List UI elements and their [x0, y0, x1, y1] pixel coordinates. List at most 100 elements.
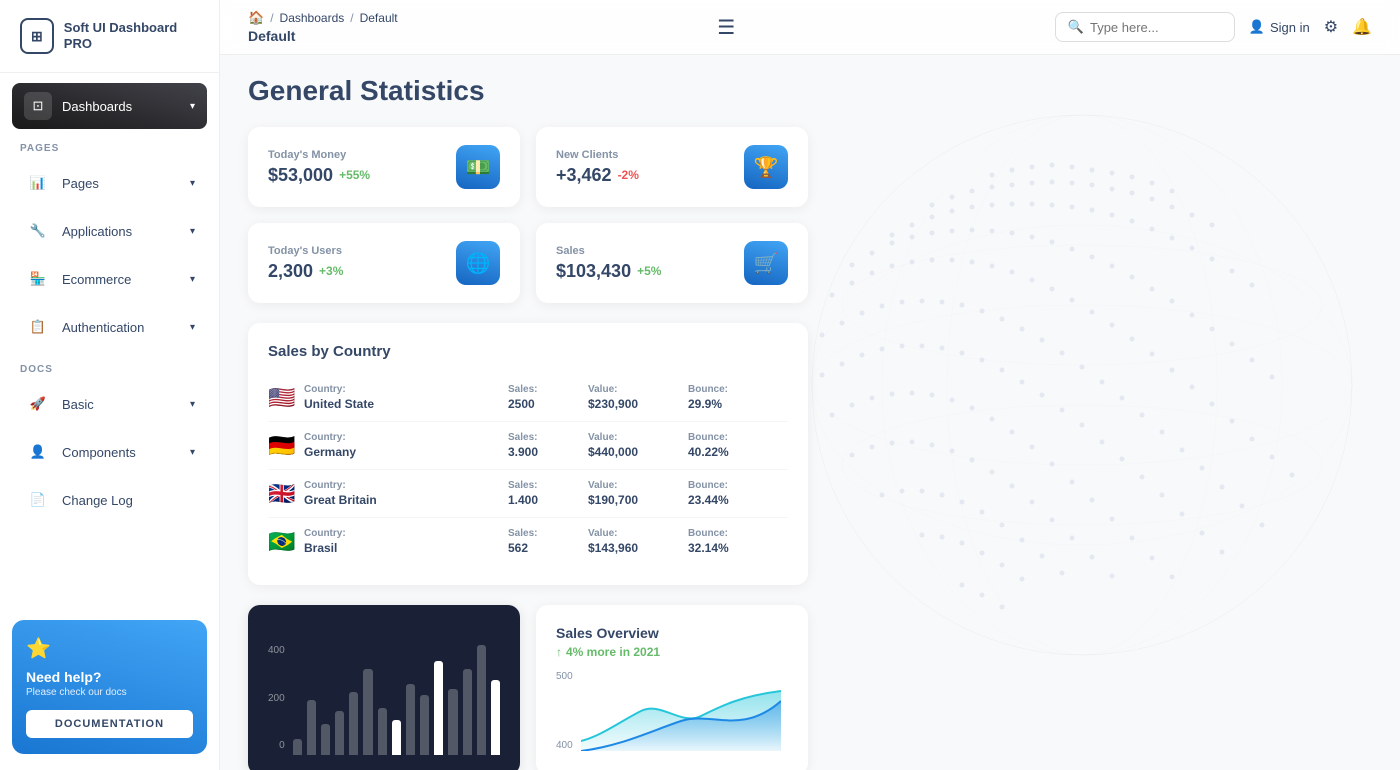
home-icon: 🏠 — [248, 10, 264, 26]
bar-12 — [463, 669, 472, 755]
sign-in-button[interactable]: 👤 Sign in — [1249, 19, 1310, 35]
flag-de: 🇩🇪 — [268, 433, 304, 459]
stat-card-users: Today's Users 2,300 +3% 🌐 — [248, 223, 520, 303]
sidebar-item-ecommerce[interactable]: 🏪 Ecommerce ▾ — [12, 256, 207, 302]
value-us: $230,900 — [588, 397, 688, 411]
stat-label-clients: New Clients — [556, 149, 639, 161]
bounce-gb: 23.44% — [688, 493, 788, 507]
stat-card-clients: New Clients +3,462 -2% 🏆 — [536, 127, 808, 207]
breadcrumb: 🏠 / Dashboards / Default — [248, 10, 398, 26]
stat-value-clients: +3,462 — [556, 165, 612, 186]
breadcrumb-dashboards: Dashboards — [280, 11, 345, 25]
content-area: /* dots rendered inline below */ — [220, 55, 1400, 770]
value-br: $143,960 — [588, 541, 688, 555]
header: 🏠 / Dashboards / Default Default ☰ 🔍 👤 S… — [220, 0, 1400, 55]
sign-in-label: Sign in — [1270, 20, 1310, 35]
logo-text: Soft UI Dashboard PRO — [64, 20, 199, 51]
chevron-down-icon: ▾ — [190, 322, 195, 333]
value-gb: $190,700 — [588, 493, 688, 507]
sidebar-item-pages[interactable]: 📊 Pages ▾ — [12, 160, 207, 206]
sales-icon: 🛒 — [744, 241, 788, 285]
sidebar-label-changelog: Change Log — [62, 493, 133, 508]
stat-card-money: Today's Money $53,000 +55% 💵 — [248, 127, 520, 207]
search-icon: 🔍 — [1068, 19, 1084, 35]
chevron-down-icon: ▾ — [190, 399, 195, 410]
flag-gb: 🇬🇧 — [268, 481, 304, 507]
chevron-down-icon: ▾ — [190, 274, 195, 285]
bounce-de: 40.22% — [688, 445, 788, 459]
bottom-charts: 400 200 0 Sales Overview ↑ 4% more in — [248, 605, 808, 770]
users-icon: 🌐 — [456, 241, 500, 285]
user-icon: 👤 — [1249, 19, 1265, 35]
stats-grid: Today's Money $53,000 +55% 💵 New Clients… — [248, 127, 808, 303]
bar-2 — [321, 724, 330, 755]
sidebar-nav: ⊡ Dashboards ▾ PAGES 📊 Pages ▾ 🔧 Applica… — [0, 73, 219, 608]
main-area: 🏠 / Dashboards / Default Default ☰ 🔍 👤 S… — [220, 0, 1400, 770]
bell-icon[interactable]: 🔔 — [1352, 17, 1372, 37]
bar-chart-card: 400 200 0 — [248, 605, 520, 770]
flag-br: 🇧🇷 — [268, 529, 304, 555]
help-subtitle: Please check our docs — [26, 687, 193, 698]
breadcrumb-default: Default — [360, 11, 398, 25]
sidebar-label-pages: Pages — [62, 176, 99, 191]
hamburger-icon[interactable]: ☰ — [717, 17, 735, 39]
stat-change-users: +3% — [319, 264, 343, 278]
header-center: ☰ — [717, 15, 735, 40]
changelog-icon: 📄 — [24, 486, 52, 514]
country-us: United State — [304, 397, 508, 411]
help-box: ⭐ Need help? Please check our docs DOCUM… — [12, 620, 207, 754]
sidebar-logo: ⊞ Soft UI Dashboard PRO — [0, 0, 219, 73]
sidebar-label-components: Components — [62, 445, 136, 460]
sales-gb: 1.400 — [508, 493, 588, 507]
search-input[interactable] — [1090, 20, 1222, 35]
stat-label-users: Today's Users — [268, 245, 343, 257]
stat-label-money: Today's Money — [268, 149, 370, 161]
bar-3 — [335, 711, 344, 755]
stat-value-users: 2,300 — [268, 261, 313, 282]
sales-overview-change: 4% more in 2021 — [566, 645, 660, 659]
sidebar-item-authentication[interactable]: 📋 Authentication ▾ — [12, 304, 207, 350]
bar-1 — [307, 700, 316, 755]
stat-change-sales: +5% — [637, 264, 661, 278]
chevron-down-icon: ▾ — [190, 178, 195, 189]
table-row: 🇺🇸 Country: United State Sales: 2500 Val… — [268, 374, 788, 422]
settings-icon[interactable]: ⚙ — [1324, 17, 1338, 37]
stat-change-money: +55% — [339, 168, 370, 182]
sidebar-item-basic[interactable]: 🚀 Basic ▾ — [12, 381, 207, 427]
stat-value-sales: $103,430 — [556, 261, 631, 282]
value-de: $440,000 — [588, 445, 688, 459]
components-icon: 👤 — [24, 438, 52, 466]
sidebar: ⊞ Soft UI Dashboard PRO ⊡ Dashboards ▾ P… — [0, 0, 220, 770]
sales-de: 3.900 — [508, 445, 588, 459]
clients-icon: 🏆 — [744, 145, 788, 189]
sidebar-item-changelog[interactable]: 📄 Change Log — [12, 477, 207, 523]
sidebar-label-authentication: Authentication — [62, 320, 144, 335]
bar-11 — [448, 689, 457, 755]
dashboards-icon: ⊡ — [24, 92, 52, 120]
sidebar-item-components[interactable]: 👤 Components ▾ — [12, 429, 207, 475]
country-br: Brasil — [304, 541, 508, 555]
bar-4 — [349, 692, 358, 755]
bounce-br: 32.14% — [688, 541, 788, 555]
chart-y-500: 500 — [556, 671, 573, 682]
chevron-down-icon: ▾ — [190, 226, 195, 237]
chevron-down-icon: ▾ — [190, 101, 195, 112]
stat-value-money: $53,000 — [268, 165, 333, 186]
documentation-button[interactable]: DOCUMENTATION — [26, 710, 193, 738]
sales-overview-title: Sales Overview — [556, 625, 788, 641]
sales-us: 2500 — [508, 397, 588, 411]
bar-6 — [378, 708, 387, 755]
line-chart — [581, 671, 781, 751]
bar-7 — [392, 720, 401, 755]
sidebar-item-applications[interactable]: 🔧 Applications ▾ — [12, 208, 207, 254]
country-gb: Great Britain — [304, 493, 508, 507]
bar-9 — [420, 695, 429, 755]
chevron-down-icon: ▾ — [190, 447, 195, 458]
bar-10 — [434, 661, 443, 755]
stat-card-sales: Sales $103,430 +5% 🛒 — [536, 223, 808, 303]
authentication-icon: 📋 — [24, 313, 52, 341]
sidebar-item-dashboards[interactable]: ⊡ Dashboards ▾ — [12, 83, 207, 129]
country-de: Germany — [304, 445, 508, 459]
header-left: 🏠 / Dashboards / Default Default — [248, 10, 398, 44]
logo-icon: ⊞ — [20, 18, 54, 54]
